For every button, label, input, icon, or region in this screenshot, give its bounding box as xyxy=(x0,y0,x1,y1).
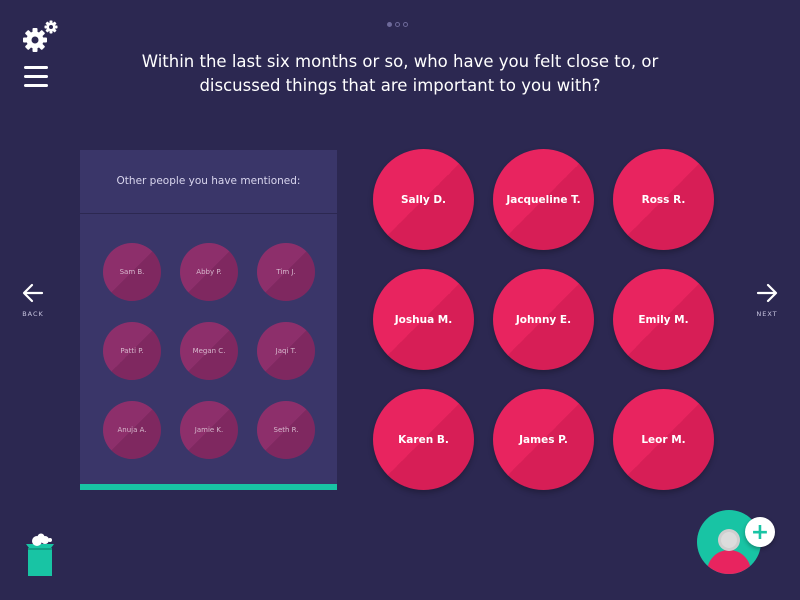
mentioned-person[interactable]: Anuja A. xyxy=(103,401,161,459)
add-person-button[interactable]: + xyxy=(697,510,782,580)
plus-icon: + xyxy=(745,517,775,547)
nominee-node[interactable]: Sally D. xyxy=(373,149,474,250)
panel-title: Other people you have mentioned: xyxy=(80,150,337,214)
mentioned-person[interactable]: Jaqi T. xyxy=(257,322,315,380)
nominee-node[interactable]: Karen B. xyxy=(373,389,474,490)
previous-mentions-panel: Other people you have mentioned: Sam B. … xyxy=(80,150,337,490)
question-text: Within the last six months or so, who ha… xyxy=(100,50,700,98)
nominee-node[interactable]: Ross R. xyxy=(613,149,714,250)
mentioned-person[interactable]: Seth R. xyxy=(257,401,315,459)
next-label: NEXT xyxy=(756,310,778,318)
mentioned-person[interactable]: Jamie K. xyxy=(180,401,238,459)
mentioned-person[interactable]: Megan C. xyxy=(180,322,238,380)
panel-accent-bar xyxy=(80,484,337,490)
nominee-node[interactable]: Joshua M. xyxy=(373,269,474,370)
mentioned-person[interactable]: Tim J. xyxy=(257,243,315,301)
question-line-2: discussed things that are important to y… xyxy=(199,76,601,95)
next-button[interactable]: NEXT xyxy=(747,283,787,318)
nominee-node[interactable]: Leor M. xyxy=(613,389,714,490)
nominee-node[interactable]: James P. xyxy=(493,389,594,490)
mentioned-person[interactable]: Abby P. xyxy=(180,243,238,301)
question-line-1: Within the last six months or so, who ha… xyxy=(141,52,659,71)
back-button[interactable]: BACK xyxy=(13,283,53,318)
page-indicator xyxy=(387,22,408,27)
mentioned-person[interactable]: Patti P. xyxy=(103,322,161,380)
hamburger-menu-icon[interactable] xyxy=(24,66,48,88)
page-dot-3 xyxy=(403,22,408,27)
gears-icon[interactable] xyxy=(22,20,60,54)
arrow-right-icon xyxy=(756,283,778,303)
mentioned-person[interactable]: Sam B. xyxy=(103,243,161,301)
nominee-node[interactable]: Jacqueline T. xyxy=(493,149,594,250)
nominee-node[interactable]: Johnny E. xyxy=(493,269,594,370)
arrow-left-icon xyxy=(22,283,44,303)
page-dot-2 xyxy=(395,22,400,27)
nominee-grid: Sally D. Jacqueline T. Ross R. Joshua M.… xyxy=(373,149,714,490)
trash-bin-icon[interactable] xyxy=(22,532,58,580)
previous-mentions-grid: Sam B. Abby P. Tim J. Patti P. Megan C. … xyxy=(103,243,315,459)
nominee-node[interactable]: Emily M. xyxy=(613,269,714,370)
page-dot-1 xyxy=(387,22,392,27)
back-label: BACK xyxy=(22,310,44,318)
